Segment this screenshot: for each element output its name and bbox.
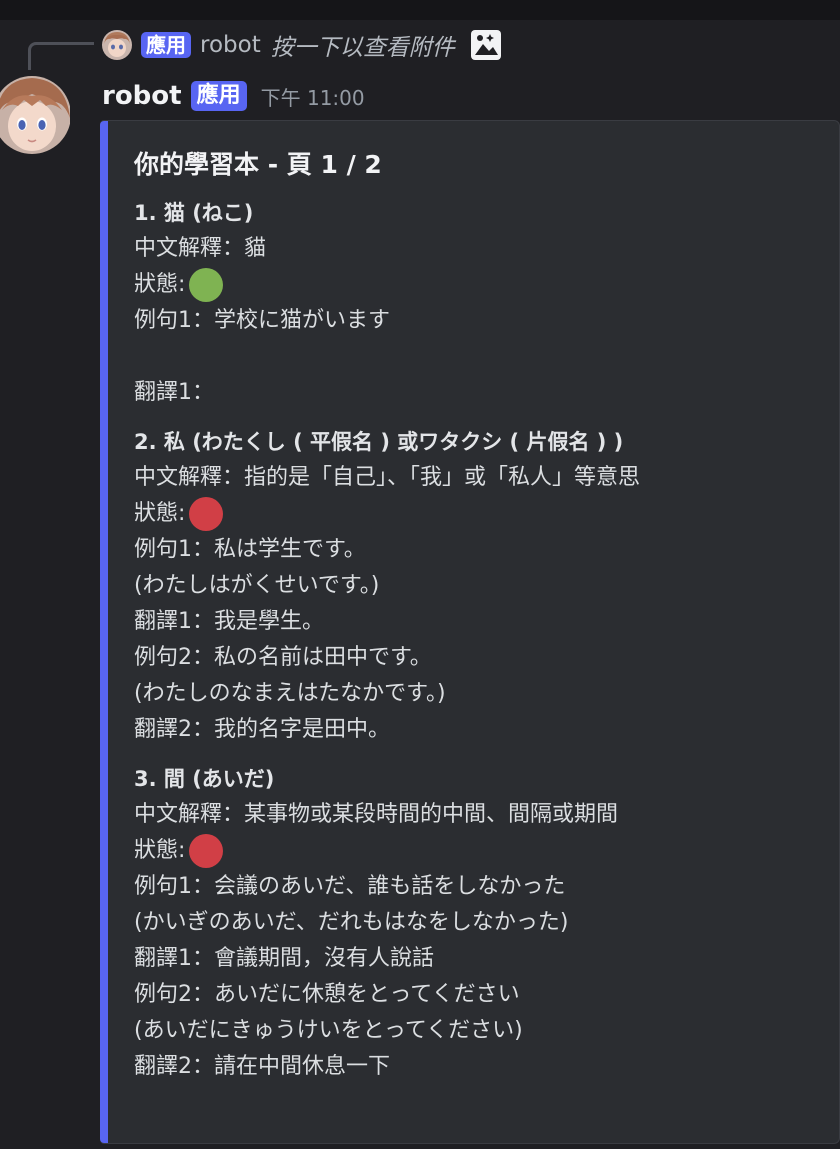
timestamp[interactable]: 下午 11:00 <box>261 82 365 111</box>
entry-meaning: 中文解釋：指的是「自己」、「我」或「私人」等意思 <box>134 465 641 490</box>
entry-example-1-reading: (わたしはがくせいです。) <box>134 573 380 598</box>
message-header: robot 應用 下午 11:00 <box>102 76 365 116</box>
entry-example-1: 例句1：私は学生です。 <box>134 537 366 562</box>
embed-body: 你的學習本 - 頁 1 / 2 1. 猫 (ねこ) 中文解釋：貓 狀態: 例句1… <box>134 145 831 1098</box>
status-label: 狀態: <box>134 838 186 863</box>
entry-heading: 3. 間 (あいだ) <box>134 767 275 791</box>
entry-status: 狀態: <box>134 833 831 869</box>
entry-example-1-reading: (かいぎのあいだ、だれもはなをしなかった) <box>134 910 569 935</box>
top-bar <box>0 0 840 20</box>
entry-status: 狀態: <box>134 267 831 303</box>
reply-avatar[interactable] <box>102 30 132 60</box>
entry-status: 狀態: <box>134 496 831 532</box>
entry-example-2: 例句2：あいだに休憩をとってください <box>134 982 520 1007</box>
entry-example-2-reading: (あいだにきゅうけいをとってください) <box>134 1018 523 1043</box>
reply-app-badge: 應用 <box>141 32 191 58</box>
reply-preview[interactable]: 應用 robot 按一下以查看附件 <box>102 28 503 62</box>
status-label: 狀態: <box>134 272 186 297</box>
entry-translation-1: 翻譯1：我是學生。 <box>134 609 324 634</box>
entry-example-2: 例句2：私の名前は田中です。 <box>134 645 432 670</box>
entry-translation-2: 翻譯2：請在中間休息一下 <box>134 1054 390 1079</box>
entry-example-2-reading: (わたしのなまえはたなかです。) <box>134 681 446 706</box>
status-red-circle-icon <box>189 497 224 531</box>
app-badge: 應用 <box>190 81 247 111</box>
entry-heading: 2. 私 (わたくし ( 平假名 ) 或ワタクシ ( 片假名 ) ) <box>134 430 624 454</box>
status-green-circle-icon <box>189 268 224 302</box>
entry-translation-1: 翻譯1：會議期間，沒有人說話 <box>134 946 434 971</box>
image-icon[interactable] <box>469 28 503 62</box>
entry-heading: 1. 猫 (ねこ) <box>134 201 254 225</box>
status-red-circle-icon <box>189 834 224 868</box>
entry-example-1: 例句1：会議のあいだ、誰も話をしなかった <box>134 874 566 899</box>
study-embed: 你的學習本 - 頁 1 / 2 1. 猫 (ねこ) 中文解釋：貓 狀態: 例句1… <box>100 120 840 1144</box>
entry-meaning: 中文解釋：某事物或某段時間的中間、間隔或期間 <box>134 802 619 827</box>
author-name[interactable]: robot <box>102 81 182 111</box>
entry-example-1: 例句1：学校に猫がいます <box>134 308 390 333</box>
status-label: 狀態: <box>134 501 186 526</box>
entry-meaning: 中文解釋：貓 <box>134 236 267 261</box>
vocab-entry: 3. 間 (あいだ) 中文解釋：某事物或某段時間的中間、間隔或期間 狀態: 例句… <box>134 761 831 1085</box>
vocab-entry: 2. 私 (わたくし ( 平假名 ) 或ワタクシ ( 片假名 ) ) 中文解釋：… <box>134 424 831 748</box>
reply-text[interactable]: 按一下以查看附件 <box>271 28 455 62</box>
embed-title: 你的學習本 - 頁 1 / 2 <box>134 150 382 179</box>
vocab-entry: 1. 猫 (ねこ) 中文解釋：貓 狀態: 例句1：学校に猫がいます 翻譯1： <box>134 195 831 411</box>
reply-spine <box>28 42 94 70</box>
entry-translation-2: 翻譯2：我的名字是田中。 <box>134 717 390 742</box>
embed-accent-bar <box>100 121 108 1143</box>
avatar[interactable] <box>0 74 70 156</box>
entry-translation-1: 翻譯1： <box>134 380 214 405</box>
reply-author[interactable]: robot <box>200 32 261 58</box>
